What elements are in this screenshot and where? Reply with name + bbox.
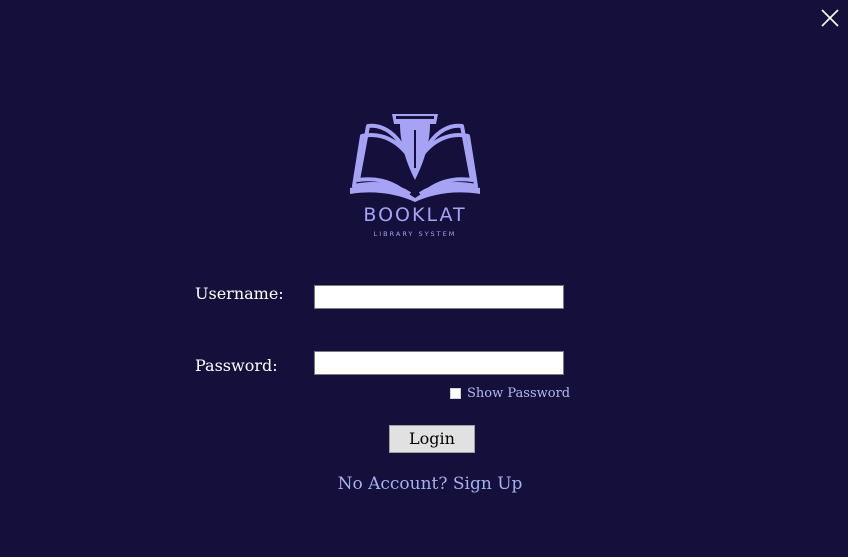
username-input[interactable] [314, 285, 564, 309]
login-window: BOOKLAT LIBRARY SYSTEM Username: Passwor… [0, 0, 848, 557]
show-password-label: Show Password [467, 386, 571, 401]
password-label: Password: [195, 356, 278, 375]
close-icon[interactable] [820, 8, 840, 28]
brand-name: BOOKLAT [363, 204, 467, 226]
open-book-pen-icon [350, 114, 480, 202]
brand-tagline: LIBRARY SYSTEM [373, 230, 457, 238]
username-label: Username: [195, 284, 284, 303]
show-password-checkbox[interactable] [450, 388, 461, 399]
signup-link[interactable]: No Account? Sign Up [0, 474, 848, 494]
show-password-toggle[interactable]: Show Password [450, 386, 570, 401]
login-button[interactable]: Login [389, 425, 475, 453]
app-logo: BOOKLAT LIBRARY SYSTEM [340, 106, 490, 246]
password-input[interactable] [314, 351, 564, 375]
